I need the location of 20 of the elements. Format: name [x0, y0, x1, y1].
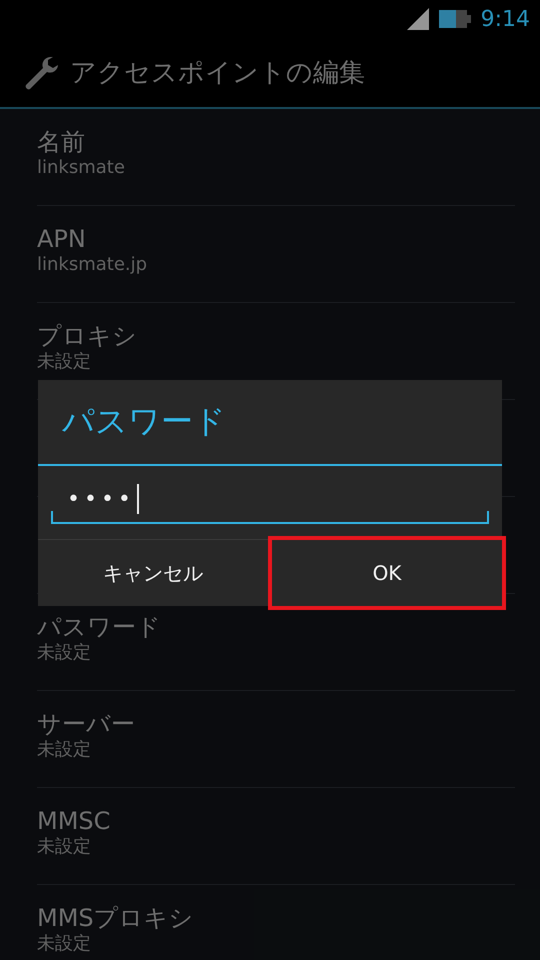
signal-icon: [406, 8, 429, 30]
setting-value: 未設定: [37, 837, 91, 858]
setting-title[interactable]: MMSプロキシ: [37, 904, 194, 932]
setting-title[interactable]: サーバー: [37, 710, 135, 738]
dialog-button[interactable]: OK: [268, 536, 506, 610]
setting-title[interactable]: MMSC: [37, 808, 110, 836]
setting-title[interactable]: パスワード: [37, 614, 161, 642]
setting-title[interactable]: プロキシ: [37, 322, 137, 350]
screen-title: アクセスポイントの編集: [70, 57, 365, 90]
setting-value: 未設定: [37, 740, 91, 762]
setting-value: 未設定: [37, 934, 91, 956]
setting-value: linksmate: [37, 158, 125, 180]
battery-icon: [438, 10, 471, 28]
setting-value: 未設定: [37, 352, 91, 374]
setting-title[interactable]: APN: [37, 226, 86, 254]
setting-value: 未設定: [37, 643, 91, 664]
dialog-title: パスワード: [62, 401, 226, 442]
setting-title[interactable]: 名前: [37, 128, 85, 156]
clock-time: 9:14: [480, 6, 530, 32]
setting-value: linksmate.jp: [37, 255, 148, 276]
